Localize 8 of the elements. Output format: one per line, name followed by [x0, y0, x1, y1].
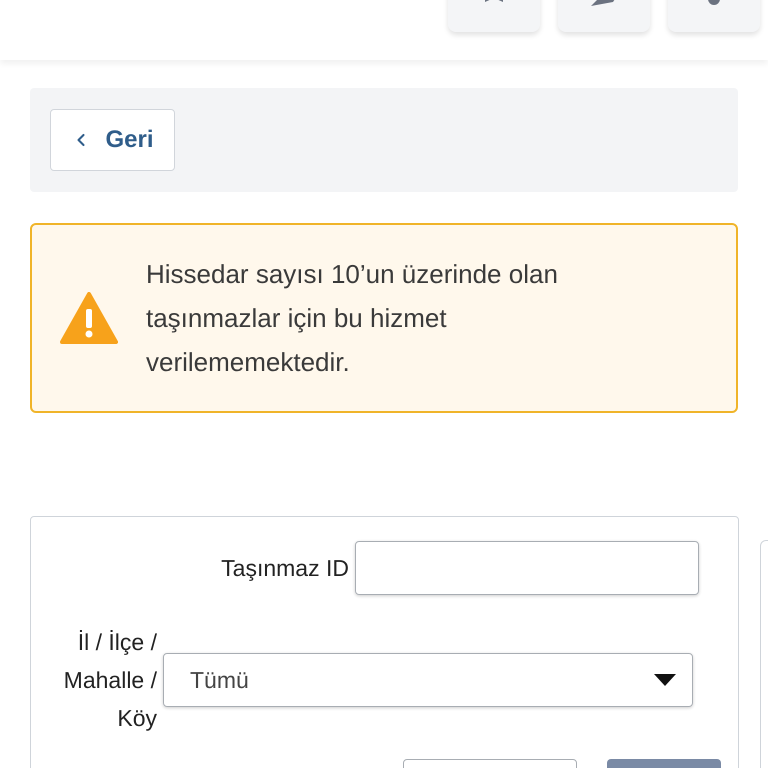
- caret-down-icon: [654, 674, 676, 686]
- location-select[interactable]: Tümü: [163, 653, 693, 707]
- back-button[interactable]: Geri: [50, 109, 175, 171]
- id-input-field[interactable]: [355, 541, 699, 595]
- field-label: Taşınmaz ID: [220, 554, 350, 583]
- field-label: İl / İlçe / Mahalle / Köy: [62, 628, 158, 733]
- warning-text: Hissedar sayısı 10’un üzerinde olan taşınmazlar için bu hizmet verilememektedir.: [146, 258, 559, 379]
- warning-icon: [60, 292, 118, 344]
